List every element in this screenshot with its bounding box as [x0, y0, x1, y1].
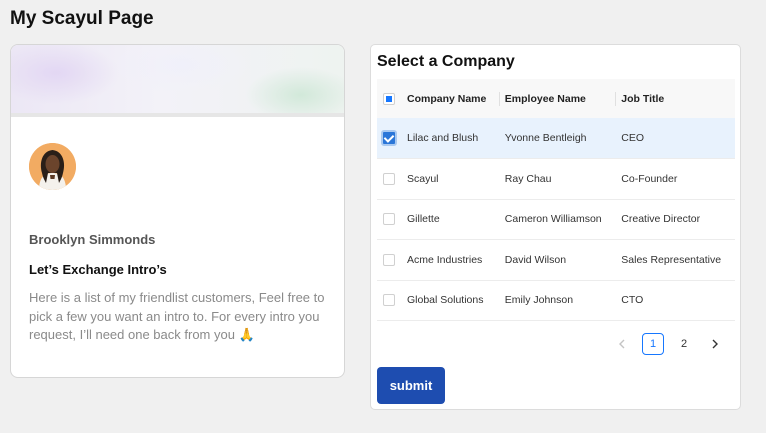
- employee-cell: Yvonne Bentleigh: [498, 118, 616, 159]
- row-checkbox[interactable]: [381, 130, 397, 146]
- job-title-cell: Creative Director: [615, 199, 735, 240]
- chevron-left-icon[interactable]: [611, 333, 633, 355]
- table-row[interactable]: Global Solutions Emily Johnson CTO: [377, 280, 735, 321]
- profile-card: Brooklyn Simmonds Let’s Exchange Intro’s…: [10, 44, 345, 378]
- page-title: My Scayul Page: [10, 8, 154, 29]
- job-title-cell: CEO: [615, 118, 735, 159]
- company-cell: Acme Industries: [401, 239, 499, 281]
- company-cell: Gillette: [401, 199, 499, 240]
- row-checkbox[interactable]: [383, 253, 395, 266]
- company-cell: Lilac and Blush: [401, 118, 499, 159]
- job-title-cell: Sales Representative: [615, 239, 735, 281]
- company-cell: Global Solutions: [401, 280, 499, 321]
- column-header-employee[interactable]: Employee Name: [498, 79, 616, 118]
- profile-name: Brooklyn Simmonds: [29, 232, 156, 247]
- avatar: [29, 143, 76, 190]
- company-select-card: Select a Company Company Name Employee N…: [370, 44, 741, 410]
- table-row[interactable]: Acme Industries David Wilson Sales Repre…: [377, 239, 735, 281]
- page-1-button[interactable]: 1: [642, 333, 664, 355]
- table-row[interactable]: Scayul Ray Chau Co-Founder: [377, 158, 735, 200]
- row-checkbox[interactable]: [383, 172, 395, 185]
- table-row[interactable]: Gillette Cameron Williamson Creative Dir…: [377, 199, 735, 240]
- profile-banner: [11, 45, 344, 117]
- employee-cell: Ray Chau: [498, 158, 616, 200]
- job-title-cell: Co-Founder: [615, 158, 735, 200]
- employee-cell: Emily Johnson: [498, 280, 616, 321]
- select-all-checkbox[interactable]: [383, 92, 395, 105]
- table-row[interactable]: Lilac and Blush Yvonne Bentleigh CEO: [377, 118, 735, 159]
- employee-cell: Cameron Williamson: [498, 199, 616, 240]
- column-header-job[interactable]: Job Title: [615, 79, 735, 118]
- submit-button[interactable]: submit: [377, 367, 445, 404]
- column-header-company[interactable]: Company Name: [401, 79, 499, 118]
- row-checkbox[interactable]: [383, 213, 395, 226]
- card-title: Select a Company: [377, 53, 515, 70]
- pagination: 1 2: [602, 333, 726, 355]
- table-header-row: Company Name Employee Name Job Title: [377, 79, 735, 118]
- company-cell: Scayul: [401, 158, 499, 200]
- page-2-button[interactable]: 2: [673, 333, 695, 355]
- profile-description: Here is a list of my friendlist customer…: [29, 290, 325, 342]
- row-checkbox[interactable]: [383, 294, 395, 307]
- profile-subtitle: Let’s Exchange Intro’s: [29, 262, 167, 277]
- job-title-cell: CTO: [615, 280, 735, 321]
- chevron-right-icon[interactable]: [704, 333, 726, 355]
- company-table: Company Name Employee Name Job Title Lil…: [377, 79, 735, 321]
- employee-cell: David Wilson: [498, 239, 616, 281]
